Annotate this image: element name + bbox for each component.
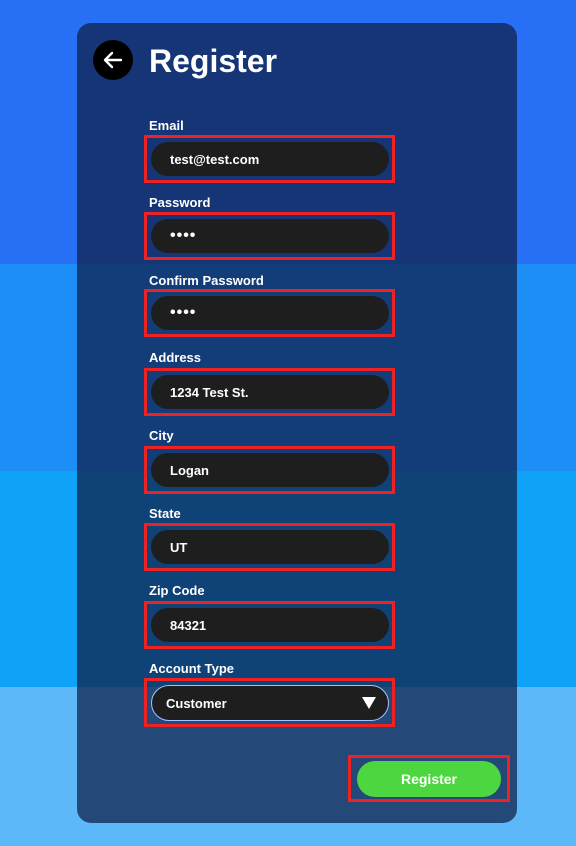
password-field-frame	[144, 212, 395, 260]
confirm-password-field-frame	[144, 289, 395, 337]
state-field-frame	[144, 523, 395, 571]
city-field[interactable]	[151, 453, 389, 487]
zip-field-frame	[144, 601, 395, 649]
state-field[interactable]	[151, 530, 389, 564]
register-button-frame: Register	[348, 755, 510, 802]
password-field[interactable]	[151, 219, 389, 253]
city-field-frame	[144, 446, 395, 494]
zip-field[interactable]	[151, 608, 389, 642]
account-type-label: Account Type	[149, 661, 234, 676]
back-button[interactable]	[93, 40, 133, 80]
account-type-value: Customer	[166, 695, 227, 711]
address-label: Address	[149, 350, 202, 365]
password-label: Password	[149, 195, 211, 210]
zip-label: Zip Code	[149, 583, 205, 598]
page-title: Register	[149, 43, 278, 79]
address-field[interactable]	[151, 375, 389, 409]
register-button[interactable]: Register	[357, 761, 501, 797]
account-type-select[interactable]: Customer	[151, 685, 389, 721]
email-label: Email	[149, 118, 184, 133]
email-field-frame	[144, 135, 395, 183]
arrow-left-icon	[103, 51, 123, 69]
email-field[interactable]	[151, 142, 389, 176]
dropdown-caret-icon	[362, 697, 376, 709]
confirm-password-field[interactable]	[151, 296, 389, 330]
city-label: City	[149, 428, 174, 443]
account-type-field-frame: Customer	[144, 678, 395, 727]
address-field-frame	[144, 368, 395, 416]
state-label: State	[149, 506, 181, 521]
confirm-password-label: Confirm Password	[149, 273, 264, 288]
register-card: Register Email Password Confirm Password…	[77, 23, 517, 823]
